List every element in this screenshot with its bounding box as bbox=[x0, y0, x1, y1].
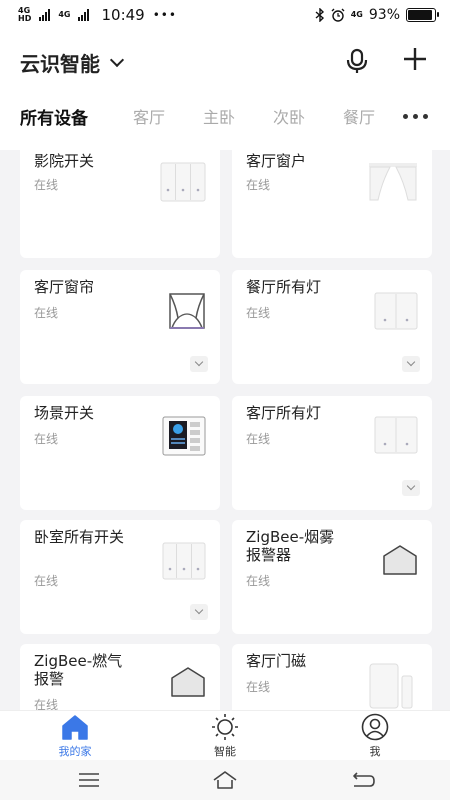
back-icon[interactable] bbox=[350, 768, 376, 792]
chevron-down-icon[interactable] bbox=[402, 356, 420, 372]
menu-icon[interactable] bbox=[76, 768, 102, 792]
device-name: 客厅窗帘 bbox=[34, 278, 95, 296]
nav-label: 我的家 bbox=[58, 745, 92, 758]
nav-label: 智能 bbox=[214, 745, 236, 758]
device-status: 在线 bbox=[246, 574, 271, 588]
nav-my-home[interactable]: 我的家 bbox=[30, 711, 120, 761]
room-tabs: 所有设备 客厅 主卧 次卧 餐厅 bbox=[0, 102, 450, 132]
device-card[interactable]: 卧室所有开关 在线 bbox=[20, 520, 220, 634]
device-card[interactable]: 场景开关 在线 bbox=[20, 396, 220, 510]
tab-all-devices[interactable]: 所有设备 bbox=[20, 104, 88, 129]
chevron-down-icon[interactable] bbox=[190, 356, 208, 372]
clock: 10:49 bbox=[101, 6, 145, 24]
device-card[interactable]: 客厅窗帘 在线 bbox=[20, 270, 220, 384]
home-icon bbox=[62, 715, 88, 740]
device-status: 在线 bbox=[34, 306, 59, 320]
status-bar: 4G HD 4G 10:49 ••• 4G 93% bbox=[0, 0, 450, 30]
battery-fill bbox=[408, 10, 433, 20]
chevron-down-icon bbox=[109, 52, 125, 67]
device-card[interactable]: ZigBee-燃气报警 在线 bbox=[20, 644, 220, 710]
status-bar-left: 4G HD 4G 10:49 ••• bbox=[18, 6, 177, 24]
window-icon bbox=[369, 163, 417, 201]
device-card[interactable]: 客厅门磁 在线 bbox=[232, 644, 432, 710]
bottom-nav: 我的家 智能 我 bbox=[0, 710, 450, 760]
app-header: 云识智能 所有设备 客厅 主卧 次卧 餐厅 bbox=[0, 30, 450, 150]
device-status: 在线 bbox=[34, 574, 59, 588]
device-name: 客厅窗户 bbox=[246, 152, 307, 170]
curtain-icon bbox=[169, 293, 205, 329]
tab-master-bedroom[interactable]: 主卧 bbox=[203, 104, 235, 128]
tab-second-bedroom[interactable]: 次卧 bbox=[273, 104, 305, 128]
device-status: 在线 bbox=[246, 432, 271, 446]
home-name: 云识智能 bbox=[20, 52, 100, 76]
device-name: ZigBee-燃气报警 bbox=[34, 652, 123, 688]
double-switch-icon bbox=[374, 416, 418, 454]
device-card[interactable]: 客厅窗户 在线 bbox=[232, 150, 432, 258]
chevron-down-icon[interactable] bbox=[402, 480, 420, 496]
alarm-house-icon bbox=[171, 667, 205, 697]
microphone-icon[interactable] bbox=[344, 48, 370, 74]
nav-me[interactable]: 我 bbox=[330, 711, 420, 761]
device-name: 场景开关 bbox=[34, 404, 95, 422]
device-grid: 影院开关 在线 客厅窗户 在线 客厅窗帘 在线 餐厅所有灯 在线 场景开关 在线… bbox=[0, 150, 450, 710]
nav-smart[interactable]: 智能 bbox=[180, 711, 270, 761]
device-status: 在线 bbox=[246, 306, 271, 320]
device-name: 影院开关 bbox=[34, 152, 95, 170]
triple-switch-icon bbox=[160, 162, 206, 202]
device-name: 客厅门磁 bbox=[246, 652, 307, 670]
device-card[interactable]: 影院开关 在线 bbox=[20, 150, 220, 258]
door-sensor-icon bbox=[369, 663, 413, 709]
bluetooth-icon bbox=[315, 8, 324, 22]
sim2-label: 4G bbox=[58, 10, 71, 19]
chevron-down-icon[interactable] bbox=[190, 604, 208, 620]
scene-panel-icon bbox=[162, 416, 206, 456]
battery-icon bbox=[406, 8, 439, 22]
device-status: 在线 bbox=[34, 178, 59, 192]
user-icon bbox=[361, 713, 389, 741]
notification-dots: ••• bbox=[152, 8, 177, 22]
device-name: 客厅所有灯 bbox=[246, 404, 322, 422]
net-type: 4G bbox=[350, 10, 363, 19]
device-name: 卧室所有开关 bbox=[34, 528, 125, 546]
sim2-signal: 4G bbox=[58, 11, 70, 19]
alarm-icon bbox=[331, 8, 345, 22]
sun-icon bbox=[212, 714, 238, 740]
device-name: 餐厅所有灯 bbox=[246, 278, 322, 296]
device-status: 在线 bbox=[246, 680, 271, 694]
triple-switch-icon bbox=[162, 542, 206, 580]
device-card[interactable]: 餐厅所有灯 在线 bbox=[232, 270, 432, 384]
sim1-signal: 4G HD bbox=[18, 7, 31, 23]
signal-bars-1-icon bbox=[39, 9, 51, 21]
system-nav-bar bbox=[0, 760, 450, 800]
status-bar-right: 4G 93% bbox=[315, 7, 439, 23]
more-tabs-icon[interactable] bbox=[403, 114, 428, 119]
device-card[interactable]: ZigBee-烟雾报警器 在线 bbox=[232, 520, 432, 634]
device-status: 在线 bbox=[34, 432, 59, 446]
tab-living-room[interactable]: 客厅 bbox=[133, 104, 165, 128]
double-switch-icon bbox=[374, 292, 418, 330]
device-card[interactable]: 客厅所有灯 在线 bbox=[232, 396, 432, 510]
sim1-sup-label: HD bbox=[18, 14, 32, 23]
device-status: 在线 bbox=[246, 178, 271, 192]
home-outline-icon[interactable] bbox=[212, 768, 238, 792]
plus-icon[interactable] bbox=[402, 46, 428, 72]
battery-percent: 93% bbox=[368, 7, 400, 23]
home-selector[interactable]: 云识智能 bbox=[20, 48, 125, 77]
nav-label: 我 bbox=[369, 745, 381, 758]
device-status: 在线 bbox=[34, 698, 59, 710]
tab-dining-room[interactable]: 餐厅 bbox=[343, 104, 375, 128]
device-name: ZigBee-烟雾报警器 bbox=[246, 528, 335, 564]
alarm-house-icon bbox=[383, 545, 417, 575]
signal-bars-2-icon bbox=[78, 9, 90, 21]
